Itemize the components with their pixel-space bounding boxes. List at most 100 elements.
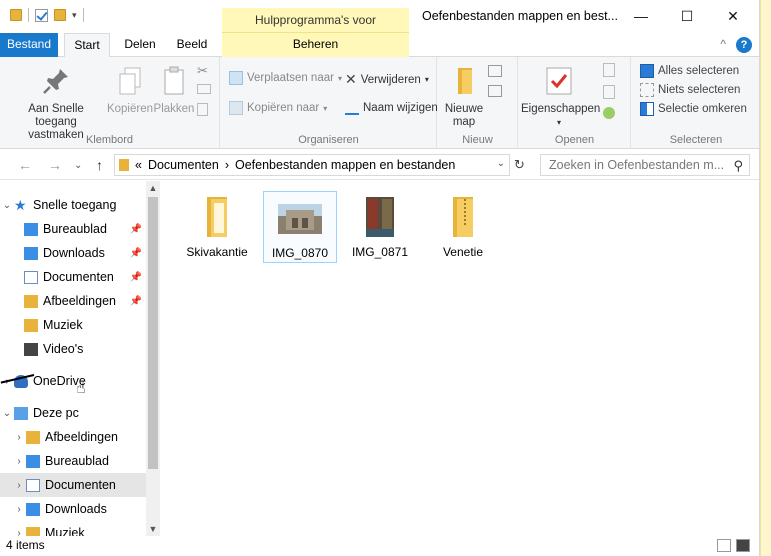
expanded-chevron-icon[interactable]: ⌄: [0, 408, 14, 419]
pin-quick-access-button[interactable]: Aan Snelle toegang vastmaken: [6, 65, 106, 142]
copy-to-button[interactable]: Kopiëren naar ▾: [229, 101, 327, 115]
downloads-icon: [26, 502, 40, 516]
select-all-button[interactable]: Alles selecteren: [640, 64, 739, 78]
maximize-button[interactable]: ☐: [664, 0, 710, 32]
background-strip: [760, 0, 771, 556]
large-icons-view-icon[interactable]: [736, 539, 750, 552]
nav-downloads[interactable]: Downloads 📌: [0, 241, 146, 265]
tab-bestand[interactable]: Bestand: [0, 33, 58, 57]
expanded-chevron-icon[interactable]: ⌄: [0, 200, 14, 211]
file-item[interactable]: IMG_0871: [343, 191, 417, 263]
select-none-icon: [640, 83, 654, 97]
easy-access-icon[interactable]: [488, 85, 502, 97]
nav-quick-access[interactable]: ⌄ ★ Snelle toegang: [0, 193, 146, 217]
recent-locations-icon[interactable]: ⌄: [74, 160, 82, 171]
new-folder-qat-icon[interactable]: [54, 9, 66, 21]
nav-label: Documenten: [45, 478, 116, 492]
address-bar[interactable]: « Documenten › Oefenbestanden mappen en …: [114, 154, 510, 176]
new-item-icon[interactable]: [488, 65, 502, 77]
delete-button[interactable]: ✕ Verwijderen ▾: [345, 71, 429, 88]
forward-icon[interactable]: →: [48, 157, 62, 173]
computer-icon: [14, 406, 28, 420]
breadcrumb-separator[interactable]: ›: [225, 158, 229, 172]
group-label-klembord: Klembord: [85, 134, 134, 146]
edit-icon[interactable]: [603, 85, 615, 99]
tab-delen[interactable]: Delen: [118, 33, 162, 57]
details-view-icon[interactable]: [717, 539, 731, 552]
nav-pc-bureaublad[interactable]: › Bureaublad: [0, 449, 146, 473]
breadcrumb-overflow[interactable]: «: [135, 158, 142, 172]
nav-label: Afbeeldingen: [43, 294, 116, 308]
close-button[interactable]: ✕: [710, 0, 756, 32]
nav-pc-afbeeldingen[interactable]: › Afbeeldingen: [0, 425, 146, 449]
breadcrumb-current[interactable]: Oefenbestanden mappen en bestanden: [235, 158, 455, 172]
file-item[interactable]: Venetie: [426, 191, 500, 263]
properties-qat-icon[interactable]: [35, 8, 48, 22]
tab-beeld[interactable]: Beeld: [170, 33, 214, 57]
file-item[interactable]: Skivakantie: [180, 191, 254, 263]
collapsed-chevron-icon[interactable]: ›: [12, 432, 26, 443]
divider: [28, 8, 29, 22]
status-bar: 4 items: [0, 536, 759, 556]
properties-button[interactable]: Eigenschappen ▾: [521, 65, 601, 129]
nav-pc-muziek[interactable]: › Muziek: [0, 521, 146, 536]
new-folder-icon: [448, 65, 480, 97]
paste-shortcut-icon[interactable]: [197, 103, 208, 116]
address-dropdown-icon[interactable]: ⌄: [497, 158, 505, 169]
divider: [82, 8, 84, 22]
tab-start[interactable]: Start: [64, 33, 110, 58]
back-icon[interactable]: ←: [18, 157, 32, 173]
nav-muziek[interactable]: Muziek: [0, 313, 146, 337]
ribbon: Aan Snelle toegang vastmaken Kopiëren Pl…: [0, 57, 759, 149]
pictures-icon: [26, 430, 40, 444]
nav-bureaublad[interactable]: Bureaublad 📌: [0, 217, 146, 241]
delete-label: Verwijderen: [360, 73, 421, 86]
up-icon[interactable]: ↑: [96, 157, 103, 173]
move-icon: [229, 71, 243, 85]
collapse-ribbon-icon[interactable]: ^: [720, 37, 726, 51]
breadcrumb-documenten[interactable]: Documenten: [148, 158, 219, 172]
paste-button[interactable]: Plakken: [153, 65, 195, 116]
properties-label: Eigenschappen: [521, 103, 601, 115]
scroll-down-icon[interactable]: ▼: [146, 524, 160, 534]
search-input[interactable]: Zoeken in Oefenbestanden m... ⚲: [540, 154, 750, 176]
rename-button[interactable]: Naam wijzigen: [345, 101, 438, 115]
nav-label: Afbeeldingen: [45, 430, 118, 444]
scrollbar-thumb[interactable]: [148, 197, 158, 469]
image-thumbnail-icon: [356, 195, 404, 239]
qat-dropdown-icon[interactable]: ▾: [72, 10, 77, 21]
scroll-up-icon[interactable]: ▲: [146, 183, 160, 193]
copy-path-icon[interactable]: [197, 84, 211, 94]
collapsed-chevron-icon[interactable]: ›: [12, 528, 26, 537]
group-label-selecteren: Selecteren: [669, 134, 723, 146]
history-icon[interactable]: [603, 107, 615, 119]
copy-to-label: Kopiëren naar: [247, 102, 320, 114]
nav-afbeeldingen[interactable]: Afbeeldingen 📌: [0, 289, 146, 313]
file-item-selected[interactable]: IMG_0870: [263, 191, 337, 263]
collapsed-chevron-icon[interactable]: ›: [12, 504, 26, 515]
collapsed-chevron-icon[interactable]: ›: [12, 456, 26, 467]
zip-folder-icon: [439, 195, 487, 239]
nav-videos[interactable]: Video's: [0, 337, 146, 361]
nav-pc-documenten[interactable]: › Documenten: [0, 473, 146, 497]
select-none-button[interactable]: Niets selecteren: [640, 83, 740, 97]
minimize-button[interactable]: —: [618, 0, 664, 32]
group-label-organiseren: Organiseren: [298, 134, 359, 146]
nav-deze-pc[interactable]: ⌄ Deze pc: [0, 401, 146, 425]
help-icon[interactable]: ?: [736, 37, 752, 53]
nav-onedrive[interactable]: › OneDrive: [0, 369, 146, 393]
copy-button[interactable]: Kopiëren: [105, 65, 155, 116]
navigation-scrollbar[interactable]: ▲ ▼: [146, 181, 160, 536]
tab-beheren[interactable]: Beheren: [222, 33, 409, 57]
invert-selection-button[interactable]: Selectie omkeren: [640, 102, 747, 116]
cut-icon[interactable]: ✂: [197, 63, 208, 79]
nav-documenten[interactable]: Documenten 📌: [0, 265, 146, 289]
nav-pc-downloads[interactable]: › Downloads: [0, 497, 146, 521]
refresh-icon[interactable]: ↻: [514, 157, 525, 173]
move-to-button[interactable]: Verplaatsen naar ▾: [229, 71, 342, 85]
item-count: 4 items: [6, 538, 45, 552]
collapsed-chevron-icon[interactable]: ›: [12, 480, 26, 491]
new-folder-button[interactable]: Nieuwe map: [442, 65, 486, 129]
open-icon[interactable]: [603, 63, 615, 77]
nav-label: Downloads: [45, 502, 107, 516]
